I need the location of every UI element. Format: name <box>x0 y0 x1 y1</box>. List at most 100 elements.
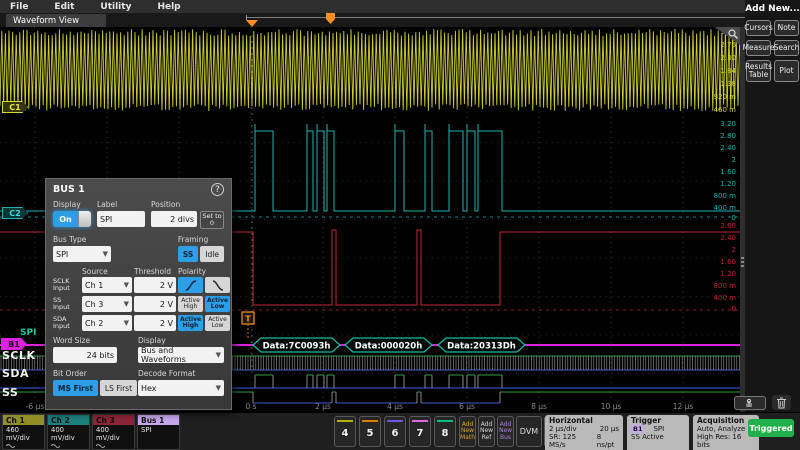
cursors-button[interactable]: Cursors <box>746 20 771 36</box>
svg-text:2.80: 2.80 <box>720 132 736 140</box>
coupling-icon <box>51 443 60 449</box>
position-label: Position <box>151 200 224 209</box>
svg-text:10 μs: 10 μs <box>601 402 622 411</box>
framing-ss-button[interactable]: SS <box>178 246 198 262</box>
falling-edge-icon <box>211 279 225 292</box>
display-mode-value: Bus and Waveforms <box>141 346 216 364</box>
resolution: 8 ns/pt <box>597 433 619 449</box>
tab-bar: Waveform View <box>0 14 745 27</box>
svg-text:12 μs: 12 μs <box>673 402 694 411</box>
svg-text:400 m: 400 m <box>714 294 737 302</box>
decode-format-label: Decode Format <box>138 369 224 378</box>
ch6-number: 6 <box>392 428 399 439</box>
display-toggle[interactable]: On <box>53 211 91 227</box>
add-new-bus-button[interactable]: Add New Bus <box>497 416 514 447</box>
set-to-zero-button[interactable]: Set to 0 <box>200 211 224 229</box>
menu-file[interactable]: File <box>10 2 28 12</box>
display-label: Display <box>53 200 91 209</box>
bus1-dialog: BUS 1 ? Display On Label Position Set to… <box>45 178 232 410</box>
add-new-math-button[interactable]: Add New Math <box>459 416 476 447</box>
framing-label: Framing <box>178 235 224 244</box>
oscilloscope-app: File Edit Utility Help Waveform View Dat… <box>0 0 800 450</box>
triggered-status-badge: Triggered <box>748 419 794 437</box>
ch1-badge[interactable]: Ch 1 460 mV/div 50 MHz <box>2 414 45 450</box>
tab-waveform-view[interactable]: Waveform View <box>6 14 106 27</box>
framing-idle-button[interactable]: Idle <box>200 246 224 262</box>
position-input[interactable] <box>151 211 197 227</box>
measure-button[interactable]: Measure <box>746 40 771 56</box>
ls-first-button[interactable]: LS First <box>100 380 137 396</box>
ch5-add-button[interactable]: 5 <box>359 416 381 447</box>
svg-text:Data:000020h: Data:000020h <box>355 342 423 352</box>
horizontal-window: 20 μs <box>600 425 619 433</box>
decode-format-select[interactable]: Hex ▼ <box>138 380 224 396</box>
svg-text:2: 2 <box>732 156 736 164</box>
dvm-button[interactable]: DVM <box>516 416 542 447</box>
svg-text:6 μs: 6 μs <box>459 402 475 411</box>
acquisition-title: Acquisition <box>697 416 755 425</box>
plot-button[interactable]: Plot <box>774 60 799 82</box>
svg-text:0: 0 <box>732 305 736 313</box>
help-icon[interactable]: ? <box>211 183 224 196</box>
horizontal-title: Horizontal <box>549 416 619 425</box>
ch2-badge[interactable]: Ch 2 400 mV/div 50 MHz <box>47 414 90 450</box>
ch7-number: 7 <box>417 428 424 439</box>
svg-text:1.60: 1.60 <box>720 168 736 176</box>
word-size-label: Word Size <box>53 336 117 345</box>
svg-text:1.20: 1.20 <box>720 180 736 188</box>
horizontal-position-bar[interactable] <box>246 17 767 18</box>
chevron-down-icon: ▼ <box>103 250 108 258</box>
polarity-column-header: Polarity <box>178 267 230 276</box>
ch3-badge[interactable]: Ch 3 400 mV/div 50 MHz <box>92 414 135 450</box>
menu-utility[interactable]: Utility <box>100 2 131 12</box>
word-size-input[interactable] <box>53 347 117 363</box>
ch6-add-button[interactable]: 6 <box>384 416 406 447</box>
ss-active-high-button[interactable]: Active High <box>178 296 203 312</box>
search-button[interactable]: Search <box>774 40 799 56</box>
horizontal-panel[interactable]: Horizontal 2 μs/div 20 μs SR: 125 MS/s 8… <box>545 415 623 450</box>
sclk-source-select[interactable]: Ch 1 ▼ <box>82 277 132 293</box>
ch4-add-button[interactable]: 4 <box>334 416 356 447</box>
svg-text:2.40: 2.40 <box>720 234 736 242</box>
rising-edge-button[interactable] <box>178 277 203 293</box>
ch7-color-stripe <box>412 420 428 422</box>
sclk-input-label: SCLK Input <box>53 278 80 292</box>
bus-label-input[interactable] <box>97 211 145 227</box>
ms-first-button[interactable]: MS First <box>53 380 98 396</box>
svg-text:920 m: 920 m <box>714 93 737 101</box>
svg-text:400 m: 400 m <box>714 204 737 212</box>
trigger-panel[interactable]: Trigger B1 SPI SS Active <box>627 415 689 450</box>
ss-source-select[interactable]: Ch 3 ▼ <box>82 296 132 312</box>
bus1-badge[interactable]: Bus 1 SPI <box>137 414 180 450</box>
bus-type-select[interactable]: SPI ▼ <box>53 246 111 262</box>
ch8-add-button[interactable]: 8 <box>434 416 456 447</box>
svg-text:1.60: 1.60 <box>720 258 736 266</box>
sda-active-low-button[interactable]: Active Low <box>205 315 230 331</box>
svg-text:800 m: 800 m <box>714 282 737 290</box>
trash-button[interactable] <box>772 395 791 410</box>
sda-source-select[interactable]: Ch 2 ▼ <box>82 315 132 331</box>
sclk-threshold-input[interactable] <box>134 277 176 293</box>
display-mode-select[interactable]: Bus and Waveforms ▼ <box>138 347 224 363</box>
ss-active-low-button[interactable]: Active Low <box>205 296 230 312</box>
sda-active-high-button[interactable]: Active High <box>178 315 203 331</box>
menu-edit[interactable]: Edit <box>54 2 74 12</box>
sclk-signal-label: SCLK <box>2 349 36 362</box>
zoom-corner-button[interactable] <box>710 27 740 45</box>
results-table-button[interactable]: Results Table <box>746 60 771 82</box>
ch6-color-stripe <box>387 420 403 422</box>
coupling-icon <box>96 443 105 449</box>
touch-mode-button[interactable] <box>734 396 766 410</box>
menu-help[interactable]: Help <box>157 2 180 12</box>
position-bar-left-cap <box>246 15 247 20</box>
trigger-title: Trigger <box>631 416 685 425</box>
source-column-header: Source <box>82 267 132 276</box>
sda-threshold-input[interactable] <box>134 315 176 331</box>
ch8-number: 8 <box>442 428 449 439</box>
falling-edge-button[interactable] <box>205 277 230 293</box>
add-new-ref-button[interactable]: Add New Ref <box>478 416 495 447</box>
ss-threshold-input[interactable] <box>134 296 176 312</box>
ch7-add-button[interactable]: 7 <box>409 416 431 447</box>
note-button[interactable]: Note <box>774 20 799 36</box>
svg-text:2: 2 <box>732 246 736 254</box>
